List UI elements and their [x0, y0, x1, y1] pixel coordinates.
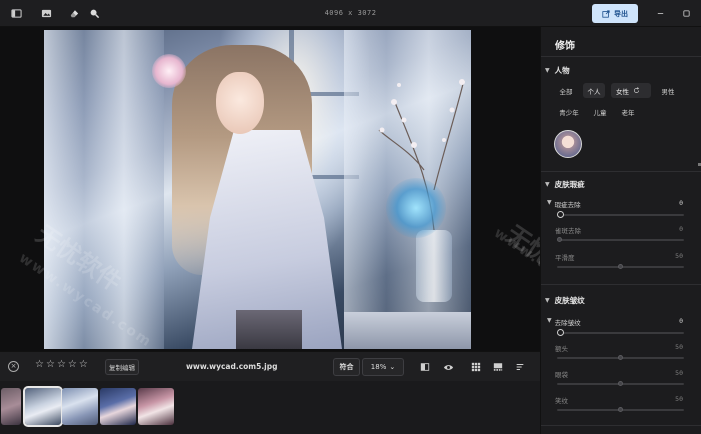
blue-flower — [386, 178, 446, 238]
chip-all[interactable]: 全部 — [555, 83, 577, 98]
slider-label: 笑纹 — [555, 397, 568, 405]
blemish-removal-slider[interactable] — [557, 211, 684, 218]
chip-teen[interactable]: 青少年 — [555, 104, 583, 119]
thumbnail[interactable] — [62, 388, 98, 425]
export-label: 导出 — [614, 9, 628, 18]
wrinkle-removal-slider[interactable] — [557, 329, 684, 336]
section-label: 皮肤瑕疵 — [554, 180, 585, 189]
compare-icon[interactable] — [419, 361, 431, 373]
section-people-header[interactable]: ▼ 人物 — [545, 65, 570, 76]
chip-male[interactable]: 男性 — [655, 83, 681, 98]
slider-label: 雀斑去除 — [555, 227, 581, 235]
caret-down-icon: ▼ — [545, 181, 550, 188]
section-label: 人物 — [554, 66, 570, 75]
eye-bags-slider[interactable] — [557, 381, 684, 386]
slider-knob[interactable] — [557, 211, 564, 218]
caret-down-icon[interactable]: ▼ — [547, 199, 552, 209]
bottom-toolbar: × ☆ ☆ ☆ ☆ ☆ 复制编辑 www.wycad.com5.jpg 符合 1… — [0, 351, 540, 381]
zoom-value: 18% — [370, 363, 387, 371]
curtain-left — [44, 30, 164, 349]
close-icon[interactable]: × — [8, 361, 19, 372]
minimize-icon[interactable] — [654, 7, 666, 19]
grid-view-icon[interactable] — [470, 361, 482, 373]
slider-label: 平滑度 — [555, 254, 575, 262]
hair-flower — [152, 54, 186, 88]
slider-value: 50 — [675, 395, 683, 403]
star-rating[interactable]: ☆ ☆ ☆ ☆ ☆ — [35, 360, 88, 370]
slider-knob[interactable] — [618, 355, 623, 360]
section-skin-wrinkle-header[interactable]: ▼ 皮肤皱纹 — [545, 295, 585, 306]
retouch-panel: 修饰 ▼ 人物 全部 个人 女性 男性 青少年 儿童 老年 ▼ 皮肤瑕疵 ▼ 瑕… — [540, 27, 701, 434]
slider-value: 0 — [679, 317, 683, 325]
file-name: www.wycad.com5.jpg — [186, 362, 278, 371]
slider-label: ▼ 瑕疵去除 — [547, 199, 581, 209]
refresh-icon[interactable] — [633, 87, 640, 94]
chevron-down-icon: ⌄ — [389, 363, 396, 371]
export-button[interactable]: 导出 — [592, 4, 638, 23]
slider-value: 0 — [679, 199, 683, 207]
zoom-select[interactable]: 18% ⌄ — [362, 358, 404, 376]
thumbnail-selected[interactable] — [23, 386, 63, 427]
maximize-icon[interactable] — [680, 7, 692, 19]
thumbnail[interactable] — [100, 388, 136, 425]
photo-preview[interactable] — [44, 30, 471, 349]
copy-edits-button[interactable]: 复制编辑 — [105, 359, 139, 375]
smile-lines-slider[interactable] — [557, 407, 684, 412]
freckle-removal-slider[interactable] — [557, 237, 684, 242]
face — [216, 72, 264, 134]
top-toolbar: 4096 x 3072 导出 — [0, 0, 701, 27]
chip-elderly[interactable]: 老年 — [617, 104, 639, 119]
chip-individual[interactable]: 个人 — [583, 83, 605, 98]
thumbnail[interactable] — [138, 388, 174, 425]
star-icon[interactable]: ☆ — [46, 360, 55, 370]
eye-icon[interactable] — [442, 361, 454, 373]
glass-vase — [416, 230, 452, 302]
slider-label: 额头 — [555, 345, 568, 353]
thumbnail[interactable] — [1, 388, 21, 425]
divider — [541, 171, 701, 172]
divider — [541, 425, 701, 426]
divider — [541, 56, 701, 57]
star-icon[interactable]: ☆ — [68, 360, 77, 370]
legs — [236, 310, 302, 349]
slider-value: 0 — [679, 225, 683, 233]
chip-female[interactable]: 女性 — [611, 83, 651, 98]
filmstrip — [0, 381, 540, 434]
caret-down-icon: ▼ — [545, 297, 550, 304]
section-label: 皮肤皱纹 — [554, 296, 585, 305]
slider-value: 50 — [675, 343, 683, 351]
export-icon — [602, 9, 610, 18]
panel-title: 修饰 — [555, 41, 575, 52]
caret-down-icon[interactable]: ▼ — [547, 317, 552, 327]
chip-label: 女性 — [616, 87, 629, 96]
filmstrip-view-icon[interactable] — [492, 361, 504, 373]
slider-value: 50 — [675, 252, 683, 260]
fit-button[interactable]: 符合 — [333, 358, 360, 376]
slider-knob[interactable] — [557, 329, 564, 336]
chip-child[interactable]: 儿童 — [589, 104, 611, 119]
slider-knob[interactable] — [618, 264, 623, 269]
caret-down-icon: ▼ — [545, 67, 550, 74]
star-icon[interactable]: ☆ — [79, 360, 88, 370]
star-icon[interactable]: ☆ — [35, 360, 44, 370]
forehead-slider[interactable] — [557, 355, 684, 360]
table — [344, 312, 471, 349]
section-skin-blemish-header[interactable]: ▼ 皮肤瑕疵 — [545, 179, 585, 190]
image-canvas[interactable] — [0, 27, 540, 351]
slider-knob[interactable] — [618, 381, 623, 386]
smoothness-slider[interactable] — [557, 264, 684, 269]
star-icon[interactable]: ☆ — [57, 360, 66, 370]
slider-label: ▼ 去除皱纹 — [547, 317, 581, 327]
slider-knob[interactable] — [618, 407, 623, 412]
face-avatar[interactable] — [554, 130, 582, 158]
sort-icon[interactable] — [514, 361, 526, 373]
slider-value: 50 — [675, 369, 683, 377]
slider-knob[interactable] — [557, 237, 562, 242]
slider-label: 眼袋 — [555, 371, 568, 379]
divider — [541, 284, 701, 285]
